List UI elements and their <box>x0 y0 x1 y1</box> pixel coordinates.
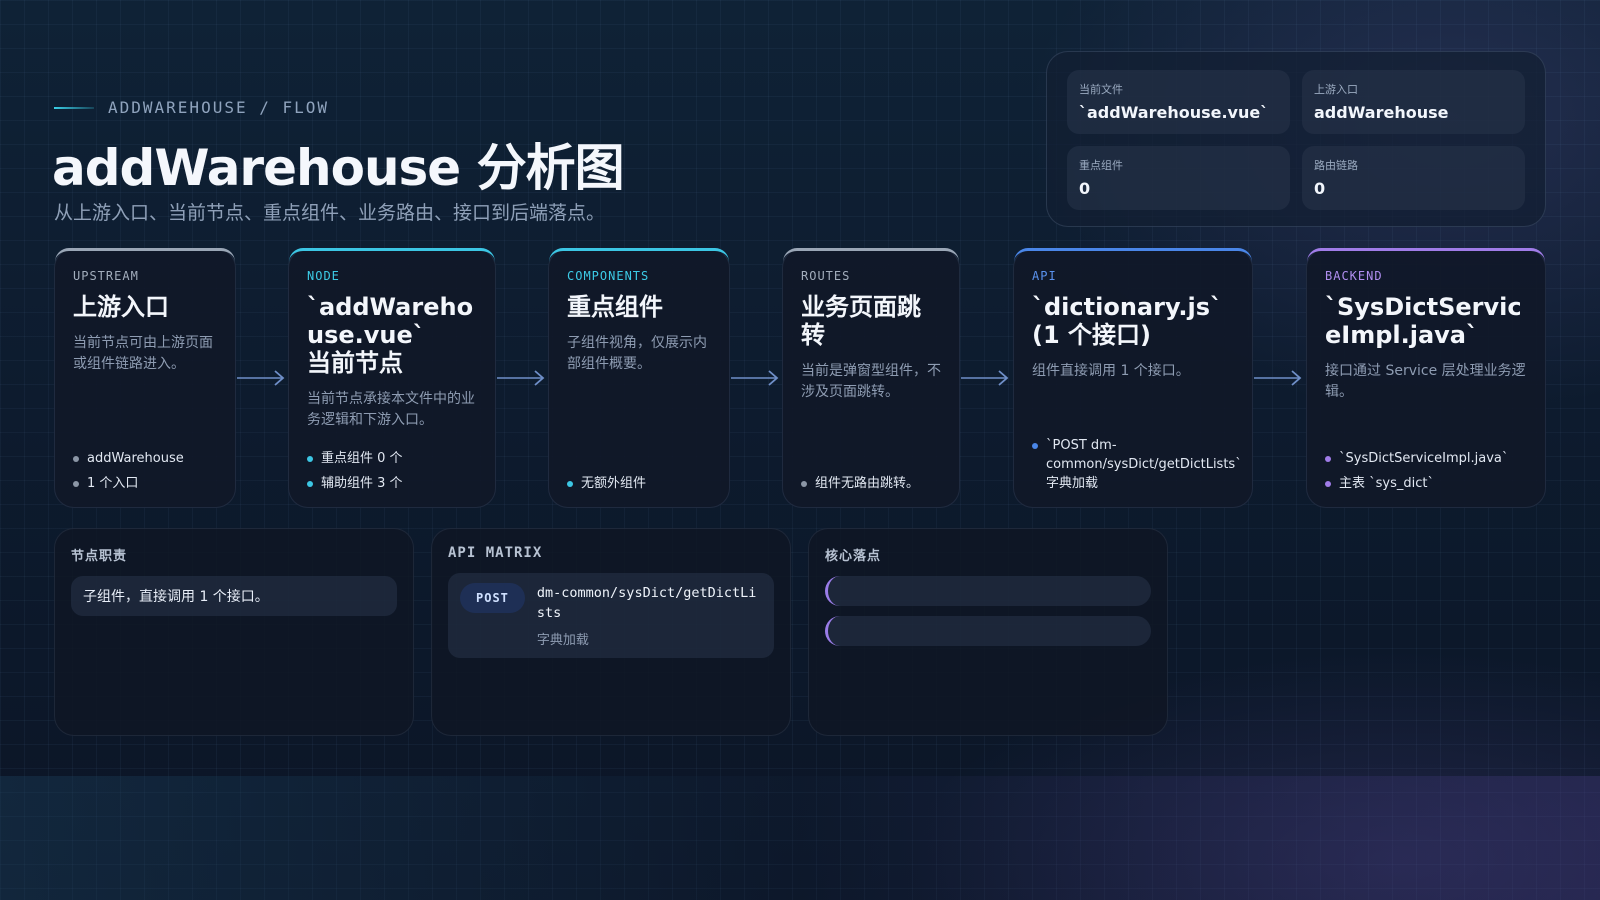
card-bullets: `POST dm-common/sysDict/getDictLists` 字典… <box>1032 430 1242 493</box>
flow-arrow-icon <box>961 368 1009 388</box>
flow-arrow-icon <box>237 368 285 388</box>
info-route-links: 路由链路 0 <box>1302 146 1525 210</box>
card-description: 当前节点可由上游页面或组件链路进入。 <box>73 335 213 372</box>
page-title: addWarehouse 分析图 <box>52 139 625 197</box>
info-label: 重点组件 <box>1079 159 1123 172</box>
page-subtitle: 从上游入口、当前节点、重点组件、业务路由、接口到后端落点。 <box>54 202 606 224</box>
flow-arrow-icon <box>497 368 545 388</box>
card-accent <box>55 248 235 262</box>
eyebrow-line <box>54 106 94 109</box>
info-upstream-entry: 上游入口 addWarehouse <box>1302 70 1525 134</box>
api-path: dm-common/sysDict/getDictLists <box>536 585 757 621</box>
info-value: addWarehouse <box>1314 103 1449 122</box>
card-title: `addWarehouse.vue` <box>307 293 474 349</box>
bullet-item: `POST dm-common/sysDict/getDictLists` 字典… <box>1032 436 1242 493</box>
flow-arrow-icon <box>1254 368 1302 388</box>
card-bullets: `SysDictServiceImpl.java` 主表 `sys_dict` <box>1325 443 1531 493</box>
card-bullets: 重点组件 0 个 辅助组件 3 个 <box>307 443 481 493</box>
info-label: 上游入口 <box>1314 83 1358 96</box>
card-accent <box>783 248 959 262</box>
card-accent <box>1014 248 1252 262</box>
card-description: 子组件视角，仅展示内部组件概要。 <box>567 335 707 372</box>
card-tag: COMPONENTS <box>567 269 650 283</box>
card-title: `SysDictServiceImpl.java` <box>1325 293 1522 349</box>
method-badge: POST <box>460 583 525 613</box>
flow-card-api: API `dictionary.js` (1 个接口) 组件直接调用 1 个接口… <box>1013 248 1253 508</box>
info-current-file: 当前文件 `addWarehouse.vue` <box>1067 70 1290 134</box>
info-value: `addWarehouse.vue` <box>1079 103 1269 122</box>
eyebrow: ADDWAREHOUSE / FLOW <box>54 98 329 117</box>
flow-card-components: COMPONENTS 重点组件 子组件视角，仅展示内部组件概要。 无额外组件 <box>548 248 730 508</box>
flow-card-node: NODE `addWarehouse.vue` 当前节点 当前节点承接本文件中的… <box>288 248 496 508</box>
bullet-item: 组件无路由跳转。 <box>801 474 945 493</box>
core-item-bar <box>825 616 1151 646</box>
card-description: 当前是弹窗型组件，不涉及页面跳转。 <box>801 363 941 400</box>
card-bullets: addWarehouse 1 个入口 <box>73 443 221 493</box>
card-tag: NODE <box>307 269 340 283</box>
panel-node-duty: 节点职责 子组件，直接调用 1 个接口。 <box>54 528 414 736</box>
info-value: 0 <box>1314 179 1326 198</box>
api-row[interactable]: POST dm-common/sysDict/getDictLists 字典加载 <box>448 573 774 658</box>
card-title: 业务页面跳转 <box>801 293 921 349</box>
card-tag: BACKEND <box>1325 269 1383 283</box>
bottom-band <box>0 776 1600 900</box>
panel-api-matrix: API MATRIX POST dm-common/sysDict/getDic… <box>431 528 791 736</box>
card-title: 重点组件 <box>567 293 663 321</box>
bullet-item: `SysDictServiceImpl.java` <box>1325 449 1531 468</box>
card-bullets: 无额外组件 <box>567 468 715 493</box>
info-value: 0 <box>1079 179 1091 198</box>
flow-card-routes: ROUTES 业务页面跳转 当前是弹窗型组件，不涉及页面跳转。 组件无路由跳转。 <box>782 248 960 508</box>
info-key-components: 重点组件 0 <box>1067 146 1290 210</box>
eyebrow-text: ADDWAREHOUSE / FLOW <box>108 98 330 117</box>
card-title: 上游入口 <box>73 293 169 321</box>
card-tag: ROUTES <box>801 269 851 283</box>
panel-title: 核心落点 <box>825 549 882 564</box>
card-tag: API <box>1032 269 1057 283</box>
info-panel: 当前文件 `addWarehouse.vue` 上游入口 addWarehous… <box>1046 51 1546 227</box>
panel-title: 节点职责 <box>71 549 128 564</box>
info-label: 路由链路 <box>1314 159 1358 172</box>
card-title: `dictionary.js` (1 个接口) <box>1032 293 1223 349</box>
card-description: 当前节点承接本文件中的业务逻辑和下游入口。 <box>307 391 475 428</box>
card-bullets: 组件无路由跳转。 <box>801 468 945 493</box>
card-tag: UPSTREAM <box>73 269 139 283</box>
bullet-item: 无额外组件 <box>567 474 715 493</box>
flow-card-backend: BACKEND `SysDictServiceImpl.java` 接口通过 S… <box>1306 248 1546 508</box>
card-accent <box>1307 248 1545 262</box>
panel-title: API MATRIX <box>448 545 543 561</box>
api-description: 字典加载 <box>536 633 589 648</box>
card-description: 接口通过 Service 层处理业务逻辑。 <box>1325 363 1526 400</box>
card-title-secondary: 当前节点 <box>307 349 403 377</box>
bullet-item: 辅助组件 3 个 <box>307 474 481 493</box>
info-label: 当前文件 <box>1079 83 1123 96</box>
card-description: 组件直接调用 1 个接口。 <box>1032 363 1190 379</box>
card-accent <box>289 248 495 262</box>
panel-core-landing: 核心落点 <box>808 528 1168 736</box>
flow-arrow-icon <box>731 368 779 388</box>
duty-text: 子组件，直接调用 1 个接口。 <box>71 576 397 616</box>
core-item-bar <box>825 576 1151 606</box>
bullet-item: addWarehouse <box>73 449 221 468</box>
flow-card-upstream: UPSTREAM 上游入口 当前节点可由上游页面或组件链路进入。 addWare… <box>54 248 236 508</box>
bullet-item: 主表 `sys_dict` <box>1325 474 1531 493</box>
card-accent <box>549 248 729 262</box>
bullet-item: 1 个入口 <box>73 474 221 493</box>
bullet-item: 重点组件 0 个 <box>307 449 481 468</box>
